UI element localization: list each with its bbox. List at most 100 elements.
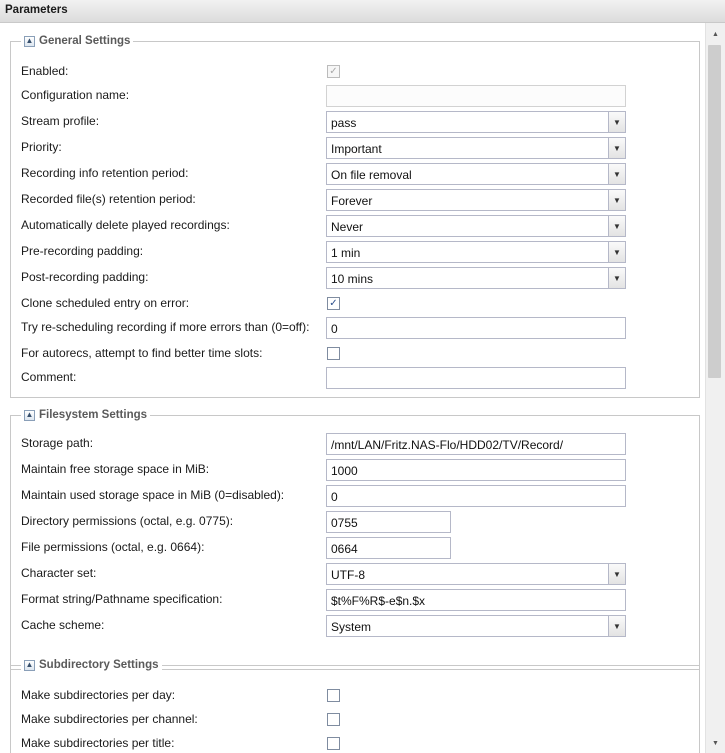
autorec-label: For autorecs, attempt to find better tim…: [21, 346, 263, 360]
section-title: Subdirectory Settings: [39, 659, 159, 671]
cache-scheme-select[interactable]: System ▼: [326, 615, 626, 637]
free-space-value: 1000: [331, 464, 358, 478]
free-space-input[interactable]: 1000: [326, 459, 626, 481]
info-retention-select[interactable]: On file removal ▼: [326, 163, 626, 185]
subdir-per-channel-checkbox[interactable]: [327, 713, 340, 726]
chevron-down-icon[interactable]: ▼: [608, 216, 625, 236]
auto-delete-row: Automatically delete played recordings: …: [11, 215, 701, 237]
file-permissions-input[interactable]: 0664: [326, 537, 451, 559]
character-set-label: Character set:: [21, 566, 97, 580]
subdir-per-day-checkbox[interactable]: [327, 689, 340, 702]
file-permissions-row: File permissions (octal, e.g. 0664): 066…: [11, 537, 701, 559]
directory-permissions-input[interactable]: 0755: [326, 511, 451, 533]
priority-select[interactable]: Important ▼: [326, 137, 626, 159]
chevron-down-icon[interactable]: ▼: [608, 112, 625, 132]
subdir-per-title-label: Make subdirectories per title:: [21, 736, 175, 750]
clone-on-error-row: Clone scheduled entry on error: ✓: [11, 293, 701, 315]
free-space-label: Maintain free storage space in MiB:: [21, 462, 210, 476]
directory-permissions-label: Directory permissions (octal, e.g. 0775)…: [21, 514, 234, 528]
file-retention-select[interactable]: Forever ▼: [326, 189, 626, 211]
chevron-down-icon[interactable]: ▼: [608, 138, 625, 158]
chevron-down-icon[interactable]: ▼: [608, 616, 625, 636]
directory-permissions-value: 0755: [331, 516, 358, 530]
subdir-per-channel-label: Make subdirectories per channel:: [21, 712, 198, 726]
file-permissions-label: File permissions (octal, e.g. 0664):: [21, 540, 205, 554]
priority-label: Priority:: [21, 140, 62, 154]
chevron-down-icon[interactable]: ▼: [608, 564, 625, 584]
autorec-checkbox[interactable]: [327, 347, 340, 360]
enabled-checkbox[interactable]: ✓: [327, 65, 340, 78]
used-space-input[interactable]: 0: [326, 485, 626, 507]
configuration-name-input[interactable]: [326, 85, 626, 107]
auto-delete-select[interactable]: Never ▼: [326, 215, 626, 237]
used-space-value: 0: [331, 490, 338, 504]
priority-row: Priority: Important ▼: [11, 137, 701, 159]
window-titlebar: Parameters: [0, 0, 725, 23]
subdirectory-settings-legend: ▲ Subdirectory Settings: [21, 658, 162, 672]
configuration-name-row: Configuration name:: [11, 85, 701, 107]
chevron-down-icon[interactable]: ▼: [608, 242, 625, 262]
format-string-label: Format string/Pathname specification:: [21, 592, 223, 606]
post-padding-value: 10 mins: [331, 272, 374, 286]
pre-padding-select[interactable]: 1 min ▼: [326, 241, 626, 263]
scroll-up-icon[interactable]: ▲: [706, 26, 725, 43]
stream-profile-select[interactable]: pass ▼: [326, 111, 626, 133]
file-retention-row: Recorded file(s) retention period: Forev…: [11, 189, 701, 211]
autorec-row: For autorecs, attempt to find better tim…: [11, 343, 701, 365]
storage-path-label: Storage path:: [21, 436, 94, 450]
info-retention-label: Recording info retention period:: [21, 166, 189, 180]
filesystem-settings-section: ▲ Filesystem Settings Storage path: /mnt…: [10, 408, 701, 670]
post-padding-row: Post-recording padding: 10 mins ▼: [11, 267, 701, 289]
file-retention-label: Recorded file(s) retention period:: [21, 192, 196, 206]
free-space-row: Maintain free storage space in MiB: 1000: [11, 459, 701, 481]
reschedule-input[interactable]: 0: [326, 317, 626, 339]
file-permissions-value: 0664: [331, 542, 358, 556]
collapse-up-icon[interactable]: ▲: [24, 35, 35, 47]
clone-on-error-checkbox[interactable]: ✓: [327, 297, 340, 310]
section-title: Filesystem Settings: [39, 409, 148, 421]
post-padding-select[interactable]: 10 mins ▼: [326, 267, 626, 289]
pre-padding-label: Pre-recording padding:: [21, 244, 144, 258]
cache-scheme-label: Cache scheme:: [21, 618, 105, 632]
auto-delete-label: Automatically delete played recordings:: [21, 218, 230, 232]
file-retention-value: Forever: [331, 194, 373, 208]
window-title: Parameters: [5, 4, 68, 16]
collapse-up-icon[interactable]: ▲: [24, 659, 35, 671]
scroll-down-icon[interactable]: ▼: [706, 735, 725, 752]
filesystem-settings-legend: ▲ Filesystem Settings: [21, 408, 151, 422]
format-string-row: Format string/Pathname specification: $t…: [11, 589, 701, 611]
comment-label: Comment:: [21, 370, 77, 384]
enabled-label: Enabled:: [21, 64, 69, 78]
comment-input[interactable]: [326, 367, 626, 389]
storage-path-input[interactable]: /mnt/LAN/Fritz.NAS-Flo/HDD02/TV/Record/: [326, 433, 626, 455]
format-string-value: $t%F%R$-e$n.$x: [331, 594, 426, 608]
chevron-down-icon[interactable]: ▼: [608, 268, 625, 288]
stream-profile-value: pass: [331, 116, 357, 130]
storage-path-value: /mnt/LAN/Fritz.NAS-Flo/HDD02/TV/Record/: [331, 438, 564, 452]
general-settings-legend: ▲ General Settings: [21, 34, 134, 48]
subdir-per-title-checkbox[interactable]: [327, 737, 340, 750]
reschedule-label: Try re-scheduling recording if more erro…: [21, 320, 310, 334]
subdir-per-title-row: Make subdirectories per title:: [11, 733, 701, 753]
parameters-panel: ▲ General Settings Enabled: ✓ Configurat…: [0, 23, 705, 753]
chevron-down-icon[interactable]: ▼: [608, 164, 625, 184]
reschedule-value: 0: [331, 322, 338, 336]
character-set-row: Character set: UTF-8 ▼: [11, 563, 701, 585]
storage-path-row: Storage path: /mnt/LAN/Fritz.NAS-Flo/HDD…: [11, 433, 701, 455]
priority-value: Important: [331, 142, 382, 156]
subdir-per-day-row: Make subdirectories per day:: [11, 685, 701, 707]
chevron-down-icon[interactable]: ▼: [608, 190, 625, 210]
directory-permissions-row: Directory permissions (octal, e.g. 0775)…: [11, 511, 701, 533]
used-space-label: Maintain used storage space in MiB (0=di…: [21, 488, 285, 502]
format-string-input[interactable]: $t%F%R$-e$n.$x: [326, 589, 626, 611]
enabled-row: Enabled: ✓: [11, 61, 701, 83]
character-set-select[interactable]: UTF-8 ▼: [326, 563, 626, 585]
auto-delete-value: Never: [331, 220, 364, 234]
comment-row: Comment:: [11, 367, 701, 389]
vertical-scrollbar[interactable]: ▲ ▼: [705, 23, 725, 753]
collapse-up-icon[interactable]: ▲: [24, 409, 35, 421]
stream-profile-label: Stream profile:: [21, 114, 100, 128]
subdirectory-settings-section: ▲ Subdirectory Settings Make subdirector…: [10, 658, 701, 753]
subdir-per-channel-row: Make subdirectories per channel:: [11, 709, 701, 731]
scrollbar-thumb[interactable]: [708, 45, 721, 378]
